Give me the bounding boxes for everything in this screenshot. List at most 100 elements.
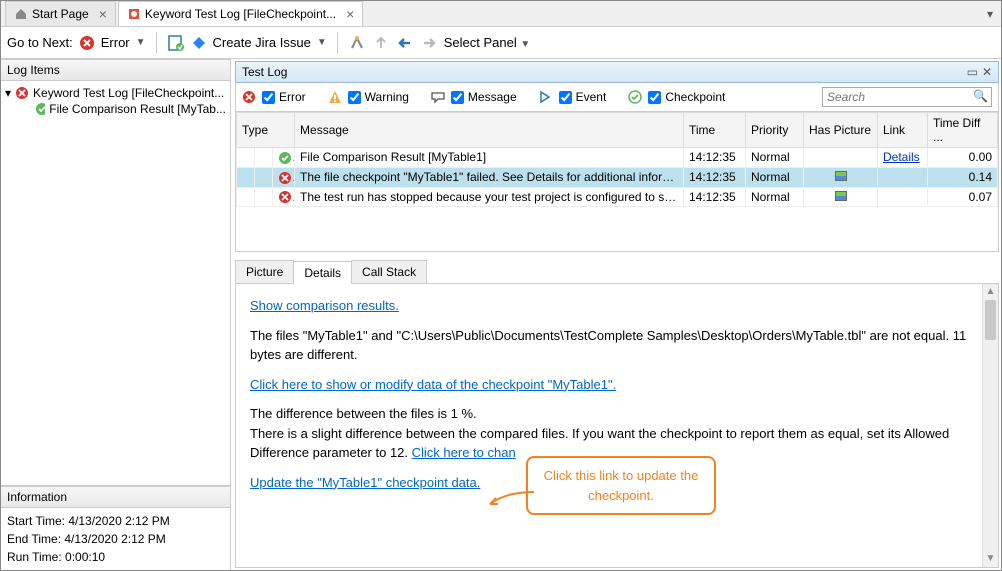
filter-message[interactable]: Message [451,90,517,104]
select-panel-button[interactable]: Select Panel ▼ [444,35,531,50]
col-time-diff[interactable]: Time Diff ... [928,113,998,148]
row-time-diff: 0.14 [928,167,998,187]
details-scrollbar[interactable]: ▲ ▼ [982,284,998,567]
row-has-picture [804,167,878,187]
details-text-difference-pct: The difference between the files is 1 %. [250,406,477,421]
main-toolbar: Go to Next: Error ▼ Create Jira Issue ▼ … [1,27,1001,59]
success-icon [35,102,45,116]
filter-warning[interactable]: Warning [348,90,409,104]
details-link[interactable]: Details [883,150,920,164]
filter-event-checkbox[interactable] [559,91,572,104]
message-icon [431,90,445,104]
info-end-time: End Time: 4/13/2020 2:12 PM [7,530,224,548]
home-icon [14,7,28,21]
nav-back-icon[interactable] [396,34,414,52]
checkpoint-icon [628,90,642,104]
table-row[interactable]: The test run has stopped because your te… [237,187,998,207]
table-row[interactable]: The file checkpoint "MyTable1" failed. S… [237,167,998,187]
tab-picture[interactable]: Picture [235,260,294,283]
callout-tooltip: Click this link to update the checkpoint… [526,456,716,515]
log-settings-icon[interactable] [167,34,185,52]
row-priority: Normal [746,148,804,168]
filter-bar: Error Warning Message Event Checkpoint 🔍 [235,83,999,112]
test-log-header: Test Log ▭ ✕ [235,61,999,83]
tab-label: Keyword Test Log [FileCheckpoint... [145,7,336,21]
filter-checkpoint[interactable]: Checkpoint [648,90,725,104]
tree-root-item[interactable]: ▾ Keyword Test Log [FileCheckpoint... [5,85,226,101]
scroll-up-icon[interactable]: ▲ [983,284,998,300]
filter-checkpoint-checkbox[interactable] [648,91,661,104]
left-column: Log Items ▾ Keyword Test Log [FileCheckp… [1,59,231,570]
log-icon [127,7,141,21]
tab-keyword-test-log[interactable]: Keyword Test Log [FileCheckpoint... × [118,1,363,26]
close-icon[interactable]: × [99,7,107,21]
close-icon[interactable]: ✕ [982,65,992,79]
nav-up-icon[interactable] [372,34,390,52]
event-icon [539,90,553,104]
search-icon[interactable]: 🔍 [973,89,988,103]
link-show-modify-data[interactable]: Click here to show or modify data of the… [250,377,616,392]
col-time[interactable]: Time [684,113,746,148]
filter-error-checkbox[interactable] [262,91,275,104]
row-time: 14:12:35 [684,167,746,187]
toolbar-separator [337,32,338,54]
filter-event[interactable]: Event [559,90,607,104]
filter-message-checkbox[interactable] [451,91,464,104]
jira-icon [191,35,207,51]
row-has-picture [804,187,878,207]
row-priority: Normal [746,187,804,207]
picture-icon [835,191,847,201]
details-text-files-not-equal: The files "MyTable1" and "C:\Users\Publi… [250,326,984,365]
main-area: Log Items ▾ Keyword Test Log [FileCheckp… [1,59,1001,570]
col-link[interactable]: Link [878,113,928,148]
nav-jump-icon[interactable] [348,34,366,52]
row-time: 14:12:35 [684,187,746,207]
scroll-thumb[interactable] [985,300,996,340]
link-change-allowed-diff[interactable]: Click here to chan [412,445,516,460]
create-jira-button[interactable]: Create Jira Issue [213,35,311,50]
filter-error[interactable]: Error [262,90,306,104]
row-link: Details [878,148,928,168]
expand-toggle-icon[interactable]: ▾ [5,86,11,100]
error-filter-label[interactable]: Error [101,35,130,50]
col-has-picture[interactable]: Has Picture [804,113,878,148]
details-pane: Show comparison results. The files "MyTa… [235,284,999,568]
error-icon [79,35,95,51]
tree-item-label: Keyword Test Log [FileCheckpoint... [33,86,224,100]
row-message: The test run has stopped because your te… [295,187,684,207]
log-items-tree[interactable]: ▾ Keyword Test Log [FileCheckpoint... Fi… [1,81,230,485]
search-input[interactable] [822,87,992,107]
tree-item-label: File Comparison Result [MyTab... [49,102,226,116]
details-text-slight-diff: There is a slight difference between the… [250,426,949,461]
log-grid[interactable]: Type Message Time Priority Has Picture L… [235,112,999,252]
filter-warning-checkbox[interactable] [348,91,361,104]
row-link [878,167,928,187]
col-priority[interactable]: Priority [746,113,804,148]
tab-start-page[interactable]: Start Page × [5,1,116,26]
test-log-title: Test Log [242,65,287,79]
close-icon[interactable]: × [346,7,354,21]
log-items-header: Log Items [1,59,230,81]
table-row[interactable]: File Comparison Result [MyTable1]14:12:3… [237,148,998,168]
row-time-diff: 0.00 [928,148,998,168]
tree-child-item[interactable]: File Comparison Result [MyTab... [5,101,226,117]
tabbar-menu[interactable]: ▾ [979,1,1001,26]
info-run-time: Run Time: 0:00:10 [7,548,224,566]
chevron-down-icon[interactable]: ▼ [317,37,327,48]
nav-forward-icon[interactable] [420,34,438,52]
tab-call-stack[interactable]: Call Stack [351,260,427,283]
link-update-checkpoint[interactable]: Update the "MyTable1" checkpoint data. [250,475,480,490]
maximize-icon[interactable]: ▭ [967,65,978,79]
col-type[interactable]: Type [237,113,295,148]
row-status-icon [273,148,295,168]
tab-details[interactable]: Details [293,261,352,284]
scroll-down-icon[interactable]: ▼ [983,551,998,567]
callout-text: Click this link to update the checkpoint… [544,468,699,503]
row-time-diff: 0.07 [928,187,998,207]
link-show-comparison[interactable]: Show comparison results. [250,298,399,313]
information-panel: Information Start Time: 4/13/2020 2:12 P… [1,485,230,570]
chevron-down-icon[interactable]: ▼ [136,37,146,48]
row-has-picture [804,148,878,168]
callout-arrow-icon [486,488,536,508]
col-message[interactable]: Message [295,113,684,148]
